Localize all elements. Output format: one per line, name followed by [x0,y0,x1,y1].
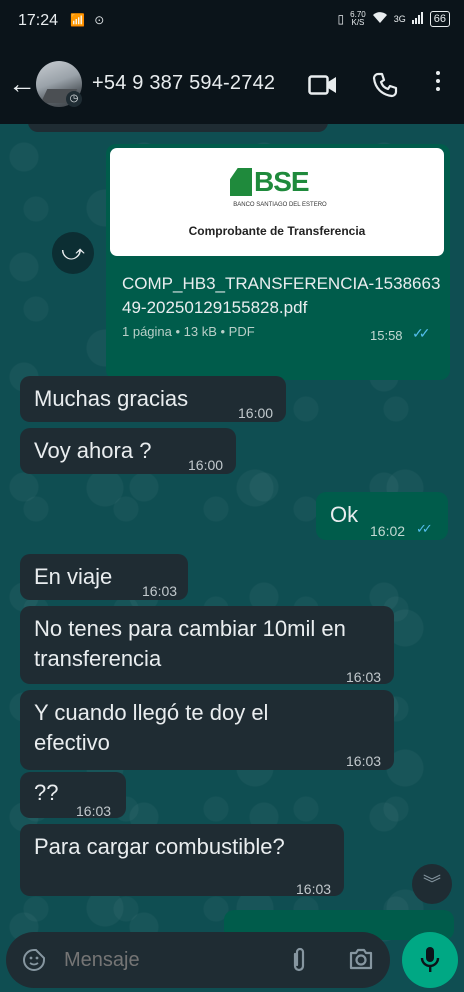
message-bubble[interactable]: Muchas gracias 16:00 [20,376,286,422]
previous-message-partial [28,124,328,132]
back-arrow-icon[interactable]: ← [8,66,36,102]
message-time: 16:03 [346,753,382,769]
message-bubble[interactable]: Ok 16:02 ✓✓ [316,492,448,540]
status-bar: 17:24 📶 ⊙ ▯ 6.70 K/S 3G 66 [0,0,464,44]
voice-call-icon[interactable] [372,72,398,103]
message-time: 16:03 [346,669,382,685]
microphone-icon [420,947,440,972]
sticker-icon[interactable] [22,948,46,972]
message-text: Voy ahora ? [34,438,152,463]
document-meta: 1 página • 13 kB • PDF [122,324,255,339]
message-text: Ok [330,502,359,527]
message-bubble[interactable]: Y cuando llegó te doy el efectivo 16:03 [20,690,394,770]
video-call-icon[interactable] [308,74,338,101]
message-bubble[interactable]: Para cargar combustible? 16:03 [20,824,344,897]
vibrate-icon: ▯ [337,12,345,26]
message-text: Muchas gracias [34,386,189,411]
message-bubble[interactable]: No tenes para cambiar 10mil en transfere… [20,606,394,685]
message-time: 16:00 [238,405,274,421]
bse-logo: BSE [230,166,326,204]
chat-area[interactable]: BSE BANCO SANTIAGO DEL ESTERO Comprobant… [0,124,464,992]
scroll-down-icon[interactable]: ︾ [412,864,452,904]
document-preview-title: Comprobante de Transferencia [188,224,366,238]
network-speed: 6.70 K/S [350,11,366,27]
message-bubble[interactable]: Voy ahora ? 16:00 [20,428,236,474]
forward-icon[interactable]: ⤻ [52,232,94,274]
message-input[interactable] [62,948,266,973]
message-text: Para cargar combustible? [34,834,285,859]
message-bubble[interactable]: En viaje 16:03 [20,554,188,600]
message-text: No tenes para cambiar 10mil en transfere… [34,616,346,671]
message-text: Y cuando llegó te doy el efectivo [34,700,269,755]
microphone-button[interactable] [402,932,458,988]
message-time: 16:02 [370,523,406,539]
chat-header: ← ◷ +54 9 387 594-2742 [0,44,464,124]
message-bubble[interactable]: ?? 16:03 [20,772,126,819]
disappearing-timer-icon: ◷ [66,91,82,107]
message-time: 16:03 [296,881,332,897]
document-preview[interactable]: BSE BANCO SANTIAGO DEL ESTERO Comprobant… [110,148,444,256]
battery-icon: 66 [429,11,450,27]
speed-unit: K/S [351,18,365,27]
wifi-icon [372,11,388,27]
signal-icon [411,11,424,27]
status-right-icons: ▯ 6.70 K/S 3G 66 [338,11,450,27]
logo-text: BSE [254,166,310,197]
status-time: 17:24 [18,12,59,29]
more-options-icon[interactable] [432,68,444,100]
message-time: 16:00 [188,457,224,473]
message-time: 16:03 [142,583,178,599]
camera-icon[interactable] [348,948,374,975]
logo-subtitle: BANCO SANTIAGO DEL ESTERO [233,202,327,208]
document-message[interactable]: BSE BANCO SANTIAGO DEL ESTERO Comprobant… [106,144,450,380]
paperclip-icon[interactable] [290,946,308,979]
message-composer[interactable] [6,932,390,988]
message-time: 15:58 [370,328,403,343]
network-type: 3G [393,14,406,24]
message-text: ?? [34,780,59,805]
notification-icons: 📶 ⊙ [70,13,108,27]
document-file-name: COMP_HB3_TRANSFERENCIA-153866349-2025012… [122,274,441,317]
read-ticks-icon: ✓✓ [412,325,431,341]
read-ticks-icon: ✓✓ [416,521,433,536]
message-text: En viaje [34,564,113,589]
contact-name[interactable]: +54 9 387 594-2742 [92,72,275,95]
message-time: 16:03 [76,803,112,819]
